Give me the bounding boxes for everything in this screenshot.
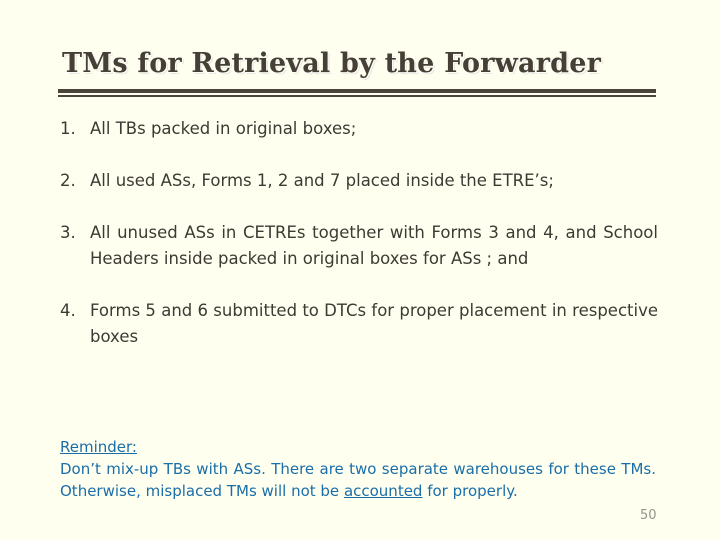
divider-line-thin: [58, 95, 656, 97]
list-item-text: All unused ASs in CETREs together with F…: [90, 223, 658, 268]
list-item-text: All TBs packed in original boxes;: [90, 119, 357, 138]
list-item-text: Forms 5 and 6 submitted to DTCs for prop…: [90, 301, 658, 346]
slide-canvas: TMs for Retrieval by the Forwarder 1. Al…: [0, 0, 720, 540]
page-title: TMs for Retrieval by the Forwarder: [62, 48, 602, 79]
list-item: 3. All unused ASs in CETREs together wit…: [60, 220, 658, 272]
title-block: TMs for Retrieval by the Forwarder: [62, 48, 658, 80]
reminder-text-part-2: for properly.: [422, 482, 518, 500]
numbered-list: 1. All TBs packed in original boxes; 2. …: [60, 116, 658, 376]
reminder-heading: Reminder:: [60, 438, 137, 456]
reminder-block: Reminder: Don’t mix-up TBs with ASs. The…: [60, 437, 656, 502]
reminder-body: Don’t mix-up TBs with ASs. There are two…: [60, 458, 656, 502]
title-divider: [58, 89, 656, 97]
list-item: 1. All TBs packed in original boxes;: [60, 116, 658, 142]
list-item-number: 1.: [60, 119, 76, 138]
list-item-number: 4.: [60, 301, 76, 320]
list-item-number: 2.: [60, 171, 76, 190]
list-item-text: All used ASs, Forms 1, 2 and 7 placed in…: [90, 171, 554, 190]
list-item-number: 3.: [60, 223, 76, 242]
page-number: 50: [640, 508, 657, 523]
reminder-emphasis-word: accounted: [343, 482, 423, 500]
list-item: 2. All used ASs, Forms 1, 2 and 7 placed…: [60, 168, 658, 194]
list-item: 4. Forms 5 and 6 submitted to DTCs for p…: [60, 298, 658, 350]
